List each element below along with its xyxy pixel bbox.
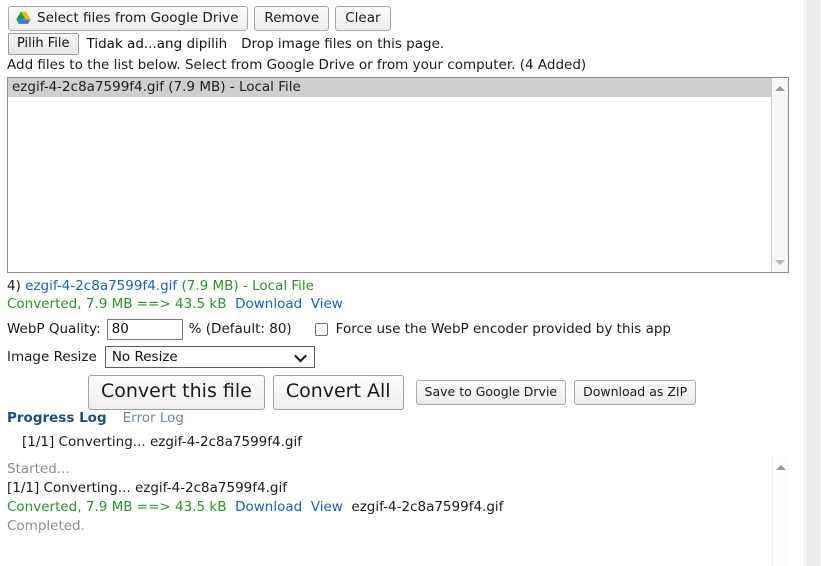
image-resize-label: Image Resize bbox=[7, 349, 97, 365]
clear-button[interactable]: Clear bbox=[335, 5, 391, 31]
instructions-text: Add files to the list below. Select from… bbox=[7, 57, 587, 73]
log-converted-filename: ezgif-4-2c8a7599f4.gif bbox=[351, 499, 504, 515]
progress-log-body: Started... [1/1] Converting... ezgif-4-2… bbox=[7, 460, 769, 536]
save-to-google-drive-button[interactable]: Save to Google Drvie bbox=[415, 380, 567, 405]
webp-quality-suffix: % (Default: 80) bbox=[188, 321, 292, 337]
progress-log-panel[interactable]: Started... [1/1] Converting... ezgif-4-2… bbox=[0, 455, 789, 566]
triangle-down-icon[interactable] bbox=[772, 254, 788, 270]
result-download-link[interactable]: Download bbox=[235, 296, 302, 312]
page-scrollbar[interactable] bbox=[804, 0, 821, 566]
convert-this-file-button[interactable]: Convert this file bbox=[88, 375, 265, 410]
log-line-converting: [1/1] Converting... ezgif-4-2c8a7599f4.g… bbox=[7, 480, 287, 496]
result-converted-text: Converted, 7.9 MB ==> 43.5 kB bbox=[7, 296, 227, 312]
result-converted-line: Converted, 7.9 MB ==> 43.5 kB Download V… bbox=[7, 296, 343, 313]
file-list-box[interactable]: ezgif-4-2c8a7599f4.gif (7.9 MB) - Local … bbox=[7, 77, 789, 273]
download-as-zip-button[interactable]: Download as ZIP bbox=[574, 380, 697, 405]
select-from-google-drive-label: Select files from Google Drive bbox=[37, 9, 239, 26]
convert-all-button[interactable]: Convert All bbox=[272, 375, 404, 410]
log-line-completed: Completed. bbox=[7, 518, 85, 534]
chevron-down-icon bbox=[293, 349, 307, 363]
webp-quality-input[interactable] bbox=[106, 318, 183, 340]
choose-file-button[interactable]: Pilih File bbox=[8, 33, 79, 55]
drop-files-hint: Drop image files on this page. bbox=[241, 36, 445, 52]
force-encoder-label: Force use the WebP encoder provided by t… bbox=[335, 321, 671, 337]
webp-quality-label: WebP Quality: bbox=[7, 321, 101, 337]
top-toolbar: Select files from Google Drive Remove Cl… bbox=[8, 5, 391, 31]
result-filename-link[interactable]: ezgif-4-2c8a7599f4.gif bbox=[25, 278, 177, 294]
action-buttons: Convert this file Convert All Save to Go… bbox=[88, 375, 697, 410]
force-encoder-row[interactable]: Force use the WebP encoder provided by t… bbox=[314, 321, 671, 337]
log-tabs: Progress Log Error Log bbox=[7, 410, 184, 426]
file-list-scrollbar[interactable] bbox=[771, 78, 788, 272]
image-resize-value: No Resize bbox=[111, 349, 178, 365]
remove-button[interactable]: Remove bbox=[254, 5, 330, 31]
file-list-items: ezgif-4-2c8a7599f4.gif (7.9 MB) - Local … bbox=[8, 78, 771, 272]
force-encoder-checkbox[interactable] bbox=[314, 322, 328, 336]
webp-quality-row: WebP Quality: % (Default: 80) Force use … bbox=[7, 318, 671, 340]
progress-status-text: [1/1] Converting... ezgif-4-2c8a7599f4.g… bbox=[22, 434, 302, 450]
log-line-started: Started... bbox=[7, 461, 70, 477]
log-view-link[interactable]: View bbox=[311, 499, 343, 515]
triangle-up-icon[interactable] bbox=[773, 459, 789, 475]
file-picker-row: Pilih File Tidak ad...ang dipilih Drop i… bbox=[8, 33, 444, 55]
tab-progress-log[interactable]: Progress Log bbox=[7, 410, 107, 426]
result-file-line: 4) ezgif-4-2c8a7599f4.gif (7.9 MB) - Loc… bbox=[7, 278, 343, 295]
log-converted-text: Converted, 7.9 MB ==> 43.5 kB bbox=[7, 499, 227, 515]
log-download-link[interactable]: Download bbox=[235, 499, 302, 515]
result-view-link[interactable]: View bbox=[311, 296, 343, 312]
progress-log-scrollbar[interactable] bbox=[772, 455, 789, 566]
list-item[interactable]: ezgif-4-2c8a7599f4.gif (7.9 MB) - Local … bbox=[8, 78, 771, 97]
triangle-up-icon[interactable] bbox=[772, 80, 788, 96]
log-line-converted: Converted, 7.9 MB ==> 43.5 kB Download V… bbox=[7, 498, 769, 517]
image-resize-select[interactable]: No Resize bbox=[104, 346, 315, 368]
result-size-source: (7.9 MB) - Local File bbox=[181, 278, 314, 294]
conversion-result: 4) ezgif-4-2c8a7599f4.gif (7.9 MB) - Loc… bbox=[7, 278, 343, 313]
tab-error-log[interactable]: Error Log bbox=[123, 410, 184, 426]
google-drive-icon bbox=[16, 11, 31, 25]
page-scrollbar-thumb[interactable] bbox=[806, 0, 820, 566]
image-resize-row: Image Resize No Resize bbox=[7, 345, 315, 369]
select-from-google-drive-button[interactable]: Select files from Google Drive bbox=[8, 5, 249, 31]
file-picker-status: Tidak ad...ang dipilih bbox=[86, 36, 228, 52]
result-index: 4) bbox=[7, 278, 21, 294]
